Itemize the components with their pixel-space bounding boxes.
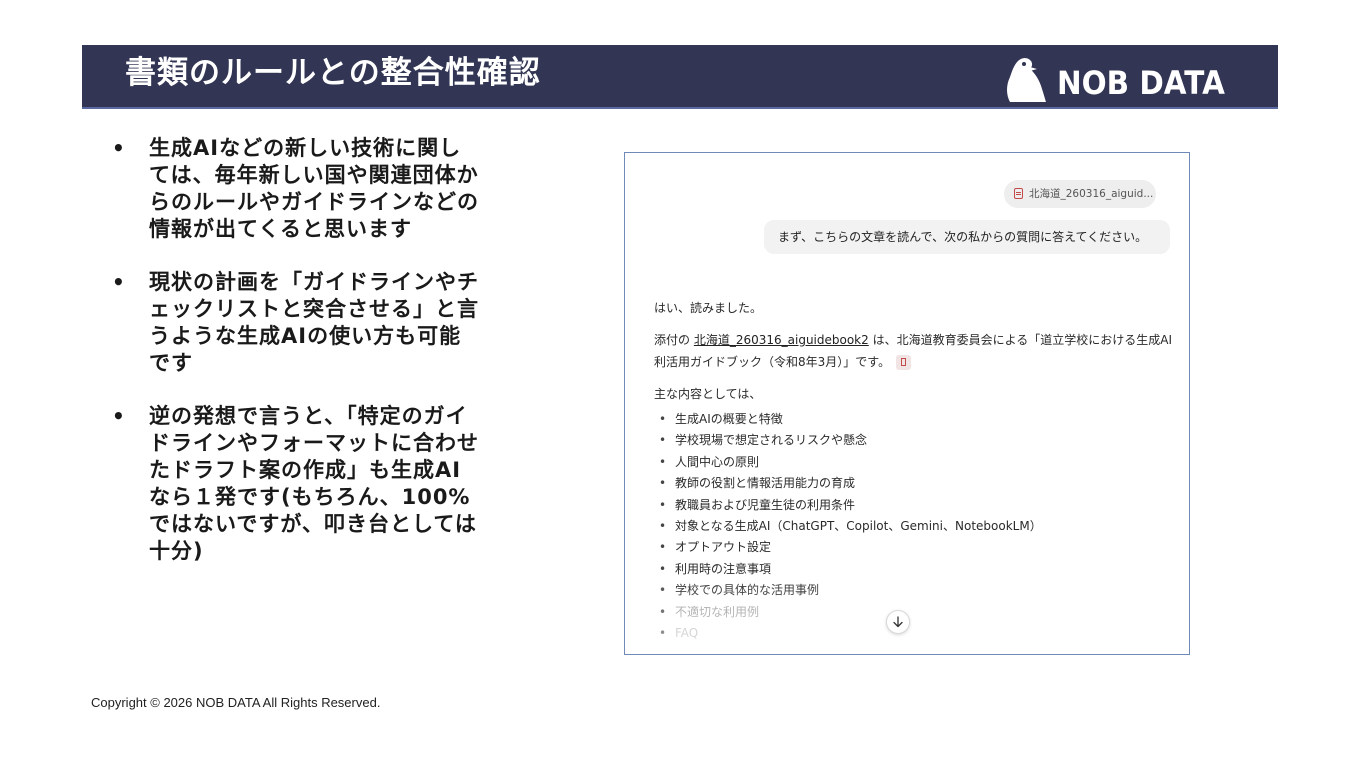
attached-file-chip[interactable]: 北海道_260316_aiguid... <box>1004 180 1156 208</box>
arrow-down-icon <box>893 616 903 628</box>
reply-line1-rest: は、北海道教育委員会による「道立学校における生成AI <box>868 333 1172 347</box>
logo: NOB DATA <box>1002 55 1232 103</box>
list-item: 教師の役割と情報活用能力の育成 <box>654 473 1174 495</box>
bullet-item: • 現状の計画を「ガイドラインやチェックリストと突合させる」と言うような生成AI… <box>110 269 490 377</box>
bullet-list: • 生成AIなどの新しい技術に関しては、毎年新しい国や関連団体からのルールやガイ… <box>110 135 490 591</box>
reply-intro: はい、読みました。 <box>654 301 763 315</box>
list-item: FAQ <box>654 623 1174 645</box>
user-message-bubble: まず、こちらの文章を読んで、次の私からの質問に答えてください。 <box>764 220 1170 254</box>
penguin-icon <box>1007 58 1046 102</box>
list-item: 不適切な利用例 <box>654 602 1174 624</box>
pdf-file-icon <box>1014 188 1023 199</box>
logo-text: NOB DATA <box>1057 64 1225 102</box>
reply-summary: 添付の 北海道_260316_aiguidebook2 は、北海道教育委員会によ… <box>654 329 1174 373</box>
scroll-down-button[interactable] <box>886 610 910 634</box>
bullet-text: 生成AIなどの新しい技術に関しては、毎年新しい国や関連団体からのルールやガイドラ… <box>149 136 479 241</box>
list-item: 教職員および児童生徒の利用条件 <box>654 495 1174 517</box>
list-item: 対象となる生成AI（ChatGPT、Copilot、Gemini、Noteboo… <box>654 516 1174 538</box>
page-title: 書類のルールとの整合性確認 <box>125 55 541 91</box>
reply-line2: 利活用ガイドブック（令和8年3月）」です。 <box>654 355 891 369</box>
bullet-item: • 逆の発想で言うと、「特定のガイドラインやフォーマットに合わせたドラフト案の作… <box>110 403 490 565</box>
list-item: オプトアウト設定 <box>654 537 1174 559</box>
content-list: 生成AIの概要と特徴 学校現場で想定されるリスクや懸念 人間中心の原則 教師の役… <box>654 409 1174 645</box>
header-bar: 書類のルールとの整合性確認 NOB DATA <box>82 45 1278 109</box>
bullet-dot: • <box>112 404 126 428</box>
list-item: 利用時の注意事項 <box>654 559 1174 581</box>
file-chip-label: 北海道_260316_aiguid... <box>1029 188 1154 200</box>
bullet-dot: • <box>112 270 126 294</box>
file-link[interactable]: 北海道_260316_aiguidebook2 <box>694 333 869 347</box>
list-item: 人間中心の原則 <box>654 452 1174 474</box>
reply-prefix: 添付の <box>654 333 694 347</box>
list-item: 学校現場で想定されるリスクや懸念 <box>654 430 1174 452</box>
list-item: 生成AIの概要と特徴 <box>654 409 1174 431</box>
copyright-footer: Copyright © 2026 NOB DATA All Rights Res… <box>91 695 381 710</box>
assistant-reply: はい、読みました。 添付の 北海道_260316_aiguidebook2 は、… <box>654 297 1174 645</box>
list-item: 学校での具体的な活用事例 <box>654 580 1174 602</box>
bullet-dot: • <box>112 136 126 160</box>
reply-list-intro: 主な内容としては、 <box>654 387 762 401</box>
bullet-item: • 生成AIなどの新しい技術に関しては、毎年新しい国や関連団体からのルールやガイ… <box>110 135 490 243</box>
source-file-icon[interactable] <box>896 355 912 370</box>
chat-screenshot-panel: 北海道_260316_aiguid... まず、こちらの文章を読んで、次の私から… <box>624 152 1190 655</box>
bullet-text: 逆の発想で言うと、「特定のガイドラインやフォーマットに合わせたドラフト案の作成」… <box>149 404 479 563</box>
bullet-text: 現状の計画を「ガイドラインやチェックリストと突合させる」と言うような生成AIの使… <box>149 270 479 375</box>
